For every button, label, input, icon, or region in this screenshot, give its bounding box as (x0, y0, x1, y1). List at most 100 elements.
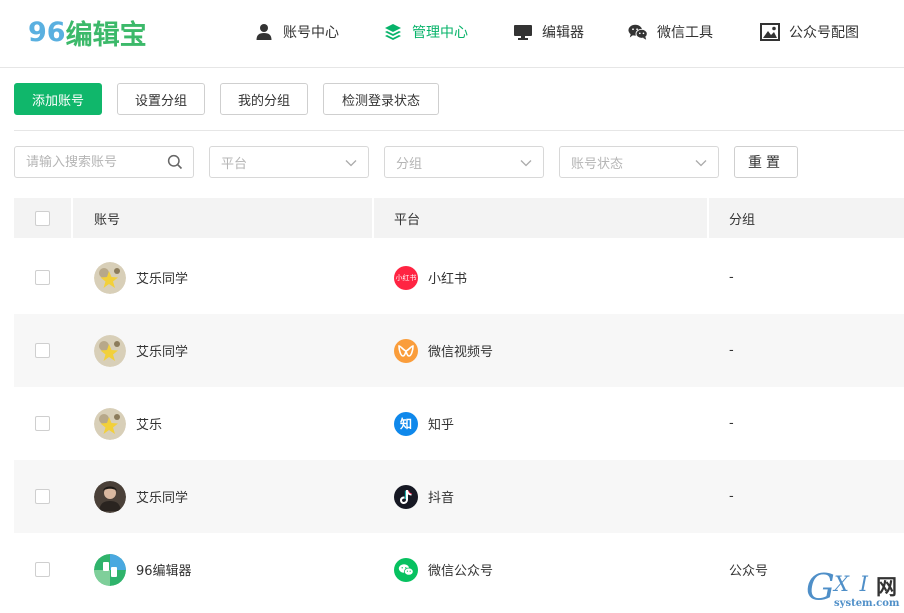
chevron-down-icon (695, 157, 707, 172)
account-name: 艾乐同学 (136, 272, 189, 287)
nav-cover-images[interactable]: 公众号配图 (760, 20, 859, 44)
wechat-icon (628, 22, 648, 42)
wechat-channels-icon (394, 338, 418, 363)
user-icon (254, 22, 274, 42)
chevron-down-icon (520, 157, 532, 172)
layers-icon (383, 22, 403, 42)
column-header-group[interactable]: 分组 (729, 198, 755, 238)
table-row[interactable]: 艾乐同学 抖音 - (14, 460, 904, 533)
row-checkbox[interactable] (35, 562, 50, 577)
row-checkbox[interactable] (35, 416, 50, 431)
table-row[interactable]: 艾乐同学 微信视频号 - (14, 314, 904, 387)
row-checkbox-cell (35, 533, 50, 606)
row-checkbox[interactable] (35, 343, 50, 358)
check-login-status-button[interactable]: 检测登录状态 (323, 83, 439, 115)
avatar (94, 553, 126, 586)
account-cell: 艾乐同学 (94, 314, 188, 387)
monitor-icon (513, 22, 533, 42)
reset-button[interactable]: 重置 (734, 146, 798, 178)
chevron-down-icon (345, 157, 357, 172)
watermark-g: G (806, 568, 835, 609)
xiaohongshu-badge-text: 小红书 (395, 273, 417, 282)
platform-name: 微信公众号 (428, 564, 494, 579)
table-row[interactable]: 艾乐同学 小红书 小红书 - (14, 241, 904, 314)
table-row[interactable]: 96编辑器 微信公众号 公众号 (14, 533, 904, 606)
my-group-button[interactable]: 我的分组 (220, 83, 308, 115)
group-select-placeholder: 分组 (396, 156, 423, 172)
platform-name: 小红书 (428, 272, 468, 287)
site-logo[interactable]: 96 编辑宝 (28, 14, 147, 51)
search-input[interactable] (26, 154, 162, 170)
account-name: 96编辑器 (136, 564, 192, 579)
group-cell: - (729, 270, 734, 285)
logo-number: 96 (28, 16, 66, 48)
row-checkbox-cell (35, 314, 50, 387)
nav-label: 管理中心 (412, 25, 468, 41)
row-checkbox[interactable] (35, 270, 50, 285)
account-name: 艾乐同学 (136, 345, 189, 360)
account-cell: 96编辑器 (94, 533, 192, 606)
nav-account-center[interactable]: 账号中心 (254, 20, 339, 44)
search-icon[interactable] (167, 154, 183, 174)
account-status-select[interactable]: 账号状态 (559, 146, 719, 178)
avatar (94, 480, 126, 513)
image-icon (760, 22, 780, 42)
zhihu-badge-text: 知 (399, 417, 412, 431)
table-header: 账号 平台 分组 (14, 198, 904, 238)
platform-cell: 微信视频号 (394, 314, 493, 387)
site-watermark: G X I 网 system.com (806, 568, 904, 613)
column-divider (71, 198, 73, 238)
nav-editor[interactable]: 编辑器 (513, 20, 584, 44)
nav-wechat-tools[interactable]: 微信工具 (628, 20, 713, 44)
group-cell: 公众号 (729, 564, 769, 579)
platform-select-placeholder: 平台 (221, 156, 248, 172)
group-cell: - (729, 416, 734, 431)
column-header-platform[interactable]: 平台 (394, 198, 420, 238)
nav-label: 编辑器 (542, 25, 584, 41)
platform-cell: 抖音 (394, 460, 454, 533)
watermark-cn: 网 (876, 575, 897, 599)
account-name: 艾乐 (136, 418, 163, 433)
wechat-official-icon (394, 557, 418, 582)
toolbar-divider (14, 130, 904, 131)
platform-cell: 知 知乎 (394, 387, 454, 460)
table-row[interactable]: 艾乐 知 知乎 - (14, 387, 904, 460)
row-checkbox-cell (35, 387, 50, 460)
account-cell: 艾乐同学 (94, 241, 188, 314)
set-group-button[interactable]: 设置分组 (117, 83, 205, 115)
nav-label: 账号中心 (283, 25, 339, 41)
search-box[interactable] (14, 146, 194, 178)
logo-text: 编辑宝 (65, 19, 147, 51)
watermark-domain: system.com (834, 598, 900, 609)
platform-name: 知乎 (428, 418, 455, 433)
row-checkbox-cell (35, 241, 50, 314)
group-cell: - (729, 343, 734, 358)
watermark-xi: X I (834, 572, 870, 596)
row-checkbox-cell (35, 460, 50, 533)
select-all-checkbox[interactable] (35, 210, 50, 226)
account-cell: 艾乐 (94, 387, 162, 460)
column-divider (372, 198, 374, 238)
column-divider (707, 198, 709, 238)
platform-name: 抖音 (428, 491, 455, 506)
status-select-placeholder: 账号状态 (571, 156, 624, 172)
platform-cell: 小红书 小红书 (394, 241, 467, 314)
group-cell: - (729, 489, 734, 504)
avatar (94, 334, 126, 367)
xiaohongshu-icon: 小红书 (394, 265, 418, 290)
add-account-button[interactable]: 添加账号 (14, 83, 102, 115)
avatar (94, 407, 126, 440)
top-header: 96 编辑宝 账号中心 管理中心 编辑器 微信工具 公众号配图 (0, 0, 904, 68)
avatar (94, 261, 126, 294)
zhihu-icon: 知 (394, 411, 418, 436)
nav-label: 公众号配图 (789, 25, 859, 41)
platform-select[interactable]: 平台 (209, 146, 369, 178)
column-header-account[interactable]: 账号 (94, 198, 120, 238)
row-checkbox[interactable] (35, 489, 50, 504)
platform-name: 微信视频号 (428, 345, 494, 360)
group-select[interactable]: 分组 (384, 146, 544, 178)
select-all-cell (35, 198, 50, 238)
nav-management-center[interactable]: 管理中心 (383, 20, 468, 44)
douyin-icon (394, 484, 418, 509)
platform-cell: 微信公众号 (394, 533, 493, 606)
